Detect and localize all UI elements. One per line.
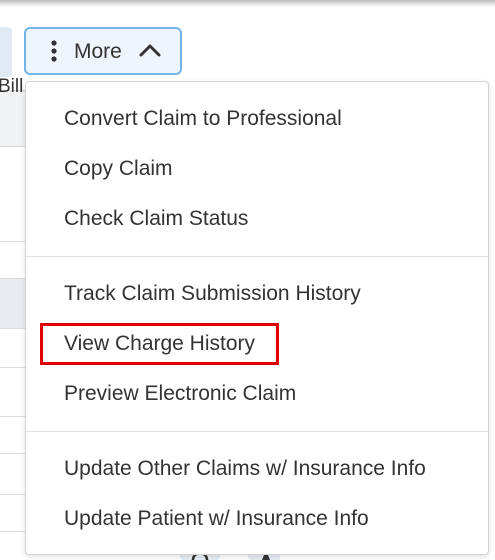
menu-item-update-other-claims-with-insurance-info[interactable]: Update Other Claims w/ Insurance Info [64,456,426,482]
table-row [0,454,27,495]
menu-item-convert-claim-to-professional[interactable]: Convert Claim to Professional [64,106,342,132]
table-row [0,368,27,417]
background-column-header: Bill [0,76,24,97]
menu-item-preview-electronic-claim[interactable]: Preview Electronic Claim [64,381,296,407]
menu-item-check-claim-status[interactable]: Check Claim Status [64,206,248,232]
table-row [0,417,27,454]
more-actions-dropdown-menu: Convert Claim to Professional Copy Claim… [25,81,489,555]
highlight-annotation-box [40,323,279,365]
table-row [0,242,27,279]
menu-item-track-claim-submission-history[interactable]: Track Claim Submission History [64,281,361,307]
background-table-header [0,90,27,147]
menu-divider [26,256,488,257]
table-row [0,201,27,242]
kebab-vertical-icon [51,40,57,62]
menu-divider [26,431,488,432]
table-row [0,279,27,329]
table-row [0,495,27,532]
more-button-label: More [74,40,122,63]
background-button-fragment [0,27,12,77]
more-button[interactable]: More [24,27,182,75]
table-row [0,329,27,368]
menu-item-copy-claim[interactable]: Copy Claim [64,156,173,182]
chevron-up-icon [139,44,161,57]
window-top-shadow [0,0,495,7]
background-table-fragment [0,90,27,560]
menu-item-update-patient-with-insurance-info[interactable]: Update Patient w/ Insurance Info [64,506,369,532]
